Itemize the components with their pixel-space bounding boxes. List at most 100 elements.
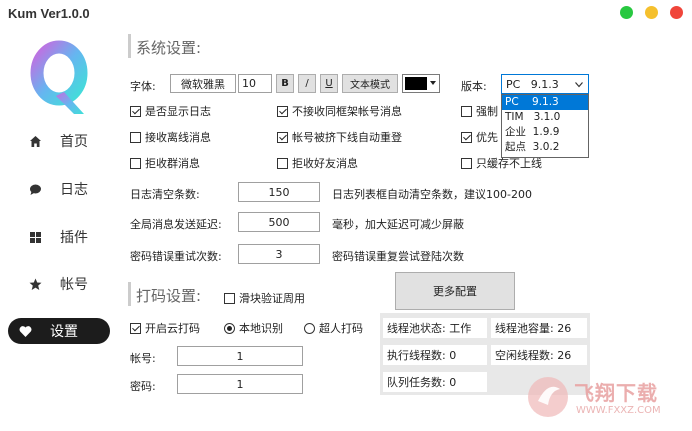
checkbox-box: [461, 105, 472, 117]
italic-button[interactable]: /: [298, 74, 316, 93]
version-dropdown-list[interactable]: PC 9.1.3 TIM 3.1.0 企业 1.9.9 起点 3.0.2: [501, 94, 589, 158]
checkbox-priority[interactable]: 优先: [461, 129, 498, 145]
checkbox-label: 拒收好友消息: [292, 157, 358, 170]
watermark: 飞翔下载 WWW.FXXZ.COM: [526, 369, 686, 427]
password-input[interactable]: 1: [177, 374, 303, 394]
section-divider: [128, 34, 131, 58]
radio-label: 超人打码: [319, 322, 363, 335]
sidebar-item-log[interactable]: 日志: [18, 176, 110, 202]
star-icon: [28, 277, 42, 291]
checkbox-slider-verify[interactable]: 滑块验证周用: [224, 290, 305, 306]
account-label: 帐号:: [130, 352, 156, 365]
pool-executing: 执行线程数: 0: [383, 345, 487, 365]
bold-button[interactable]: B: [276, 74, 294, 93]
checkbox-show-log[interactable]: 是否显示日志: [130, 103, 211, 119]
more-config-button[interactable]: 更多配置: [395, 272, 515, 310]
pool-status: 线程池状态: 工作: [383, 318, 487, 338]
log-clear-label: 日志清空条数:: [130, 188, 200, 201]
sidebar-item-label: 首页: [60, 134, 88, 150]
maximize-dot[interactable]: [620, 6, 633, 19]
font-size-field[interactable]: 10: [238, 74, 272, 93]
version-option[interactable]: 起点 3.0.2: [502, 140, 588, 155]
checkbox-box: [130, 131, 141, 143]
sidebar-item-settings[interactable]: 设置: [8, 318, 110, 344]
chevron-down-icon: [575, 82, 583, 88]
version-option[interactable]: TIM 3.1.0: [502, 110, 588, 125]
version-option[interactable]: PC 9.1.3: [502, 95, 588, 110]
app-logo: [30, 40, 88, 114]
checkbox-label: 帐号被挤下线自动重登: [292, 131, 402, 144]
checkbox-receive-offline[interactable]: 接收离线消息: [130, 129, 211, 145]
radio-label: 本地识别: [239, 322, 283, 335]
checkbox-label: 接收离线消息: [145, 131, 211, 144]
retry-input[interactable]: 3: [238, 244, 320, 264]
password-label: 密码:: [130, 380, 156, 393]
section-divider: [128, 282, 131, 306]
radio-dot: [304, 322, 315, 334]
send-delay-label: 全局消息发送延迟:: [130, 218, 222, 231]
home-icon: [28, 134, 42, 148]
version-select[interactable]: PC 9.1.3: [501, 74, 589, 94]
checkbox-box: [130, 157, 141, 169]
checkbox-reject-friend[interactable]: 拒收好友消息: [277, 155, 358, 171]
radio-super-captcha[interactable]: 超人打码: [304, 320, 363, 336]
watermark-url: WWW.FXXZ.COM: [576, 405, 661, 416]
checkbox-label: 强制: [476, 105, 498, 118]
log-clear-input[interactable]: 150: [238, 182, 320, 202]
checkbox-box: [277, 157, 288, 169]
checkbox-box: [130, 322, 141, 334]
checkbox-box: [130, 105, 141, 117]
checkbox-box: [461, 131, 472, 143]
log-clear-hint: 日志列表框自动清空条数，建议100-200: [332, 188, 532, 201]
sidebar-item-label: 插件: [60, 230, 88, 246]
pool-capacity: 线程池容量: 26: [491, 318, 587, 338]
window-title: Kum Ver1.0.0: [8, 6, 90, 21]
watermark-logo-icon: [528, 377, 568, 417]
checkbox-box: [277, 131, 288, 143]
sidebar-item-account[interactable]: 帐号: [18, 271, 110, 297]
version-option[interactable]: 企业 1.9.9: [502, 125, 588, 140]
close-dot[interactable]: [670, 6, 683, 19]
checkbox-box: [461, 157, 472, 169]
checkbox-label: 滑块验证周用: [239, 292, 305, 305]
checkbox-label: 是否显示日志: [145, 105, 211, 118]
pool-queue: 队列任务数: 0: [383, 372, 487, 392]
sidebar-item-plugins[interactable]: 插件: [18, 224, 110, 250]
chevron-down-icon: [430, 81, 436, 85]
radio-local-recognition[interactable]: 本地识别: [224, 320, 283, 336]
font-label: 字体:: [130, 80, 156, 93]
font-name-field[interactable]: 微软雅黑: [170, 74, 236, 93]
sidebar-item-label: 帐号: [60, 277, 88, 293]
minimize-dot[interactable]: [645, 6, 658, 19]
checkbox-box: [277, 105, 288, 117]
underline-button[interactable]: U: [320, 74, 338, 93]
account-input[interactable]: 1: [177, 346, 303, 366]
send-delay-input[interactable]: 500: [238, 212, 320, 232]
checkbox-label: 优先: [476, 131, 498, 144]
watermark-brand: 飞翔下载: [574, 381, 658, 405]
sidebar-item-label: 设置: [50, 324, 78, 340]
color-swatch: [405, 77, 427, 90]
version-selected-value: PC 9.1.3: [506, 77, 559, 91]
send-delay-hint: 毫秒，加大延迟可减少屏蔽: [332, 218, 464, 231]
checkbox-auto-relogin[interactable]: 帐号被挤下线自动重登: [277, 129, 402, 145]
retry-label: 密码错误重试次数:: [130, 250, 222, 263]
checkbox-force[interactable]: 强制: [461, 103, 498, 119]
color-picker[interactable]: [402, 74, 440, 93]
checkbox-ignore-same-frame[interactable]: 不接收同框架帐号消息: [277, 103, 402, 119]
pool-idle: 空闲线程数: 26: [491, 345, 587, 365]
checkbox-cloud-captcha[interactable]: 开启云打码: [130, 320, 200, 336]
heart-icon: [18, 324, 32, 338]
checkbox-box: [224, 292, 235, 304]
version-label: 版本:: [461, 80, 487, 93]
checkbox-label: 拒收群消息: [145, 157, 200, 170]
grid-icon: [28, 230, 42, 244]
chat-icon: [28, 182, 42, 196]
sidebar-item-home[interactable]: 首页: [18, 128, 110, 154]
text-mode-button[interactable]: 文本模式: [342, 74, 398, 93]
retry-hint: 密码错误重复尝试登陆次数: [332, 250, 464, 263]
checkbox-reject-group[interactable]: 拒收群消息: [130, 155, 200, 171]
system-settings-title: 系统设置:: [136, 39, 202, 57]
sidebar-item-label: 日志: [60, 182, 88, 198]
checkbox-label: 不接收同框架帐号消息: [292, 105, 402, 118]
